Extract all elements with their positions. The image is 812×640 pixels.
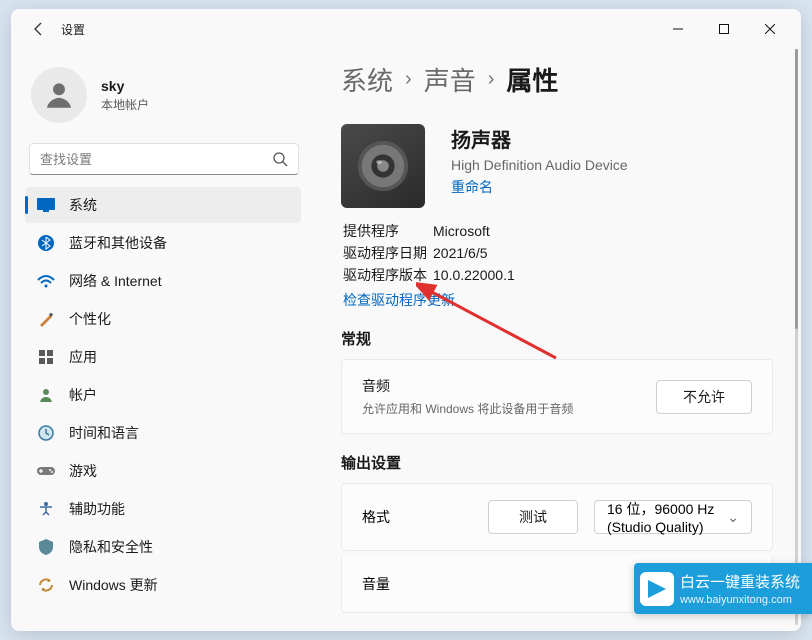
watermark: 白云一键重装系统 www.baiyunxitong.com — [634, 563, 812, 614]
sidebar-item-update[interactable]: Windows 更新 — [25, 567, 301, 603]
volume-label: 音量 — [362, 574, 472, 594]
breadcrumb: 系统 › 声音 › 属性 — [341, 61, 773, 98]
output-section-title: 输出设置 — [341, 452, 773, 473]
driver-info: 提供程序Microsoft 驱动程序日期2021/6/5 驱动程序版本10.0.… — [343, 220, 773, 310]
sidebar-item-label: 应用 — [69, 347, 97, 367]
search-icon — [272, 151, 288, 167]
search-input[interactable] — [40, 152, 272, 167]
window-title: 设置 — [61, 21, 85, 38]
format-dropdown[interactable]: 16 位，96000 Hz (Studio Quality) ⌄ — [594, 500, 752, 534]
scrollbar[interactable] — [795, 49, 798, 625]
maximize-button[interactable] — [701, 13, 747, 45]
close-button[interactable] — [747, 13, 793, 45]
audio-title: 音频 — [362, 376, 656, 396]
crumb-sound[interactable]: 声音 — [424, 61, 476, 98]
crumb-system[interactable]: 系统 — [341, 61, 393, 98]
sidebar-item-label: 时间和语言 — [69, 423, 139, 443]
update-icon — [37, 576, 55, 594]
search-box[interactable] — [29, 143, 299, 175]
network-icon — [37, 272, 55, 290]
sidebar-item-label: 网络 & Internet — [69, 271, 162, 291]
time-icon — [37, 424, 55, 442]
user-name: sky — [101, 78, 149, 94]
provider-label: 提供程序 — [343, 221, 433, 241]
watermark-text: 白云一键重装系统 — [680, 571, 800, 592]
system-icon — [37, 196, 55, 214]
user-sub: 本地帐户 — [101, 96, 149, 113]
audio-subtitle: 允许应用和 Windows 将此设备用于音频 — [362, 400, 656, 417]
driver-date-label: 驱动程序日期 — [343, 243, 433, 263]
sidebar: sky 本地帐户 系统蓝牙和其他设备网络 & Internet 个性化应用帐户时间… — [11, 49, 313, 631]
sidebar-item-personalize[interactable]: 个性化 — [25, 301, 301, 337]
settings-window: 设置 sky 本地帐户 系统蓝牙和其他设备网络 & Internet个性化应 — [11, 9, 801, 631]
sidebar-item-accounts[interactable]: 帐户 — [25, 377, 301, 413]
device-header: 扬声器 High Definition Audio Device 重命名 — [341, 124, 773, 208]
nav-list: 系统蓝牙和其他设备网络 & Internet 个性化应用帐户时间和语言游戏辅助功能… — [25, 187, 301, 613]
sidebar-item-label: 游戏 — [69, 461, 97, 481]
sidebar-item-apps[interactable]: 应用 — [25, 339, 301, 375]
driver-version-label: 驱动程序版本 — [343, 265, 433, 285]
device-subtitle: High Definition Audio Device — [451, 157, 628, 173]
audio-card: 音频 允许应用和 Windows 将此设备用于音频 不允许 — [341, 359, 773, 434]
format-card: 格式 测试 16 位，96000 Hz (Studio Quality) ⌄ — [341, 483, 773, 551]
back-button[interactable] — [23, 13, 55, 45]
watermark-icon — [640, 572, 674, 606]
sidebar-item-label: 系统 — [69, 195, 97, 215]
accessibility-icon — [37, 500, 55, 518]
provider-value: Microsoft — [433, 223, 490, 239]
sidebar-item-label: Windows 更新 — [69, 575, 158, 595]
gaming-icon — [37, 462, 55, 480]
sidebar-item-label: 个性化 — [69, 309, 111, 329]
personalize-icon — [37, 310, 55, 328]
accounts-icon — [37, 386, 55, 404]
chevron-right-icon: › — [405, 68, 412, 91]
scrollbar-thumb[interactable] — [795, 49, 798, 329]
watermark-url: www.baiyunxitong.com — [680, 594, 800, 606]
driver-version-value: 10.0.22000.1 — [433, 267, 515, 283]
sidebar-item-label: 蓝牙和其他设备 — [69, 233, 167, 253]
general-section-title: 常规 — [341, 328, 773, 349]
driver-date-value: 2021/6/5 — [433, 245, 488, 261]
sidebar-item-system[interactable]: 系统 — [25, 187, 301, 223]
avatar — [31, 67, 87, 123]
format-value: 16 位，96000 Hz (Studio Quality) — [607, 499, 727, 535]
sidebar-item-accessibility[interactable]: 辅助功能 — [25, 491, 301, 527]
sidebar-item-network[interactable]: 网络 & Internet — [25, 263, 301, 299]
sidebar-item-privacy[interactable]: 隐私和安全性 — [25, 529, 301, 565]
test-button[interactable]: 测试 — [488, 500, 578, 534]
sidebar-item-gaming[interactable]: 游戏 — [25, 453, 301, 489]
chevron-right-icon: › — [488, 68, 495, 91]
rename-link[interactable]: 重命名 — [451, 177, 493, 197]
check-driver-updates-link[interactable]: 检查驱动程序更新 — [343, 290, 773, 310]
sidebar-item-label: 帐户 — [69, 385, 97, 405]
bluetooth-icon — [37, 234, 55, 252]
format-label: 格式 — [362, 507, 472, 527]
sidebar-item-label: 辅助功能 — [69, 499, 125, 519]
crumb-properties: 属性 — [506, 61, 558, 98]
minimize-button[interactable] — [655, 13, 701, 45]
sidebar-item-time[interactable]: 时间和语言 — [25, 415, 301, 451]
sidebar-item-label: 隐私和安全性 — [69, 537, 153, 557]
device-title: 扬声器 — [451, 124, 628, 153]
speaker-icon — [341, 124, 425, 208]
sidebar-item-bluetooth[interactable]: 蓝牙和其他设备 — [25, 225, 301, 261]
chevron-down-icon: ⌄ — [727, 509, 739, 526]
window-controls — [655, 13, 793, 45]
disallow-button[interactable]: 不允许 — [656, 380, 752, 414]
titlebar: 设置 — [11, 9, 801, 49]
content-area: 系统 › 声音 › 属性 扬声器 High Definition Audio D… — [313, 49, 801, 631]
apps-icon — [37, 348, 55, 366]
user-block[interactable]: sky 本地帐户 — [31, 67, 301, 123]
privacy-icon — [37, 538, 55, 556]
